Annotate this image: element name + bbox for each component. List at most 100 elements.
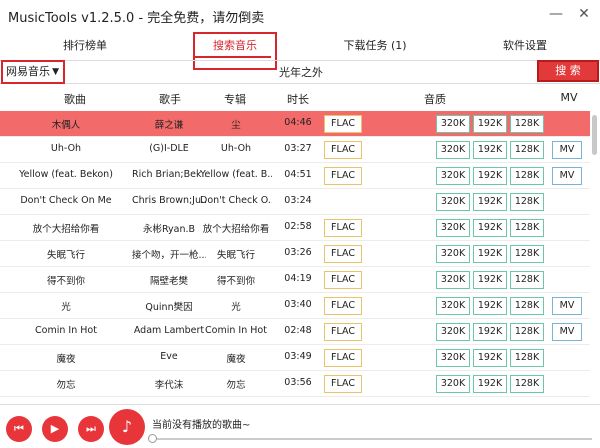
mv-button[interactable]: MV — [552, 141, 582, 159]
flac-button[interactable]: FLAC — [324, 349, 362, 367]
scrollbar[interactable] — [591, 111, 598, 411]
table-row[interactable]: Yellow (feat. Bekon) Rich Brian;Bek... Yel… — [0, 163, 590, 189]
tab-settings[interactable]: 软件设置 — [480, 32, 570, 60]
prev-icon[interactable]: ⏮ — [6, 416, 32, 442]
flac-button[interactable]: FLAC — [324, 245, 362, 263]
quality-128k-button[interactable]: 128K — [510, 375, 544, 393]
song-title: Don't Check On Me — [20, 195, 112, 206]
artist-name: 薛之谦 — [154, 120, 184, 131]
mv-button[interactable]: MV — [552, 297, 582, 315]
quality-192k-button[interactable]: 192K — [473, 349, 507, 367]
song-title: Comin In Hot — [35, 325, 97, 336]
quality-192k-button[interactable]: 192K — [473, 375, 507, 393]
artist-name: 隔壁老樊 — [149, 276, 188, 287]
table-row[interactable]: Uh-Oh (G)I-DLE Uh-Oh 03:27 FLAC 320K 192K 128K M… — [0, 137, 590, 163]
artist-name: Rich Brian;Bek... — [132, 169, 206, 180]
album-name: 光 — [231, 302, 241, 313]
quality-128k-button[interactable]: 128K — [510, 167, 544, 185]
flac-button[interactable]: FLAC — [324, 297, 362, 315]
column-album: 专辑 — [224, 93, 246, 106]
artist-name: Eve — [160, 351, 178, 362]
table-row[interactable]: Comin In Hot Adam Lambert Comin In Hot 02:4… — [0, 319, 590, 345]
artist-name: Quinn樊因 — [145, 302, 193, 313]
column-song: 歌曲 — [64, 93, 86, 106]
album-name: Comin In Hot — [205, 325, 267, 336]
progress-knob[interactable] — [148, 434, 157, 443]
quality-128k-button[interactable]: 128K — [510, 193, 544, 211]
table-row[interactable]: Don't Check On Me Chris Brown;Ju... Don't … — [0, 189, 590, 215]
table-row[interactable]: 光 Quinn樊因 光 03:40 FLAC 320K 192K 128K MV — [0, 293, 590, 319]
quality-320k-button[interactable]: 320K — [436, 219, 470, 237]
quality-320k-button[interactable]: 320K — [436, 141, 470, 159]
minimize-icon[interactable]: — — [546, 4, 566, 24]
quality-128k-button[interactable]: 128K — [510, 349, 544, 367]
flac-button[interactable]: FLAC — [324, 323, 362, 341]
mv-button[interactable]: MV — [552, 167, 582, 185]
column-duration: 时长 — [287, 93, 309, 106]
table-row[interactable]: 魔夜 Eve 魔夜 03:49 FLAC 320K 192K 128K — [0, 345, 590, 371]
duration: 02:58 — [284, 221, 312, 232]
quality-128k-button[interactable]: 128K — [510, 297, 544, 315]
flac-button[interactable]: FLAC — [324, 219, 362, 237]
table-row[interactable]: 失眠飞行 接个吻，开一枪... 失眠飞行 03:26 FLAC 320K 192K 128K — [0, 241, 590, 267]
quality-128k-button[interactable]: 128K — [510, 271, 544, 289]
quality-192k-button[interactable]: 192K — [473, 245, 507, 263]
source-select[interactable]: 网易音乐 ▼ — [1, 60, 65, 84]
duration: 03:26 — [284, 247, 312, 258]
flac-button[interactable]: FLAC — [324, 375, 362, 393]
duration: 04:19 — [284, 273, 312, 284]
quality-192k-button[interactable]: 192K — [473, 271, 507, 289]
quality-128k-button[interactable]: 128K — [510, 219, 544, 237]
quality-320k-button[interactable]: 320K — [436, 167, 470, 185]
flac-button[interactable]: FLAC — [324, 115, 362, 133]
table-row[interactable]: 得不到你 隔壁老樊 得不到你 04:19 FLAC 320K 192K 128K — [0, 267, 590, 293]
search-input[interactable] — [70, 63, 532, 81]
column-artist: 歌手 — [159, 93, 181, 106]
quality-320k-button[interactable]: 320K — [436, 375, 470, 393]
duration: 03:27 — [284, 143, 312, 154]
song-list: 木偶人 薛之谦尘 04:46 FLAC 320K 192K 128K Uh-Oh (G)I-DL… — [0, 111, 590, 397]
quality-128k-button[interactable]: 128K — [510, 141, 544, 159]
duration: 03:24 — [284, 195, 312, 206]
active-tab-underline — [193, 56, 271, 58]
quality-128k-button[interactable]: 128K — [510, 323, 544, 341]
quality-320k-button[interactable]: 320K — [436, 297, 470, 315]
table-row[interactable]: 木偶人 薛之谦 尘 04:46 FLAC 320K 192K 128K — [0, 111, 590, 137]
song-title: 得不到你 — [46, 276, 85, 287]
album-name: Uh-Oh — [220, 143, 252, 154]
quality-192k-button[interactable]: 192K — [473, 115, 507, 133]
album-name: Don't Check O... — [200, 195, 272, 206]
album-name: 得不到你 — [216, 276, 255, 287]
column-quality: 音质 — [424, 93, 446, 106]
scroll-thumb[interactable] — [592, 115, 597, 155]
progress-track[interactable] — [152, 438, 592, 440]
quality-320k-button[interactable]: 320K — [436, 193, 470, 211]
flac-button[interactable]: FLAC — [324, 141, 362, 159]
quality-320k-button[interactable]: 320K — [436, 323, 470, 341]
tab-downloads[interactable]: 下载任务 (1) — [320, 32, 430, 60]
album-name: 勿忘 — [226, 380, 246, 391]
next-icon[interactable]: ⏭ — [78, 416, 104, 442]
play-icon[interactable]: ▶ — [42, 416, 68, 442]
search-button[interactable]: 搜 索 — [537, 60, 599, 82]
quality-128k-button[interactable]: 128K — [510, 115, 544, 133]
table-row[interactable]: 勿忘 李代沫 勿忘 03:56 FLAC 320K 192K 128K — [0, 371, 590, 397]
quality-320k-button[interactable]: 320K — [436, 245, 470, 263]
quality-192k-button[interactable]: 192K — [473, 167, 507, 185]
quality-192k-button[interactable]: 192K — [473, 219, 507, 237]
close-icon[interactable]: ✕ — [574, 4, 594, 24]
quality-192k-button[interactable]: 192K — [473, 323, 507, 341]
tab-bar: 排行榜单 搜索音乐 下载任务 (1) 软件设置 — [0, 32, 600, 60]
quality-192k-button[interactable]: 192K — [473, 193, 507, 211]
quality-320k-button[interactable]: 320K — [436, 271, 470, 289]
quality-192k-button[interactable]: 192K — [473, 297, 507, 315]
flac-button[interactable]: FLAC — [324, 167, 362, 185]
mv-button[interactable]: MV — [552, 323, 582, 341]
table-row[interactable]: 放个大招给你看 永彬Ryan.B 放个大招给你看 02:58 FLAC 320K 192K 1… — [0, 215, 590, 241]
tab-charts[interactable]: 排行榜单 — [40, 32, 130, 60]
quality-320k-button[interactable]: 320K — [436, 115, 470, 133]
quality-192k-button[interactable]: 192K — [473, 141, 507, 159]
quality-320k-button[interactable]: 320K — [436, 349, 470, 367]
quality-128k-button[interactable]: 128K — [510, 245, 544, 263]
flac-button[interactable]: FLAC — [324, 271, 362, 289]
